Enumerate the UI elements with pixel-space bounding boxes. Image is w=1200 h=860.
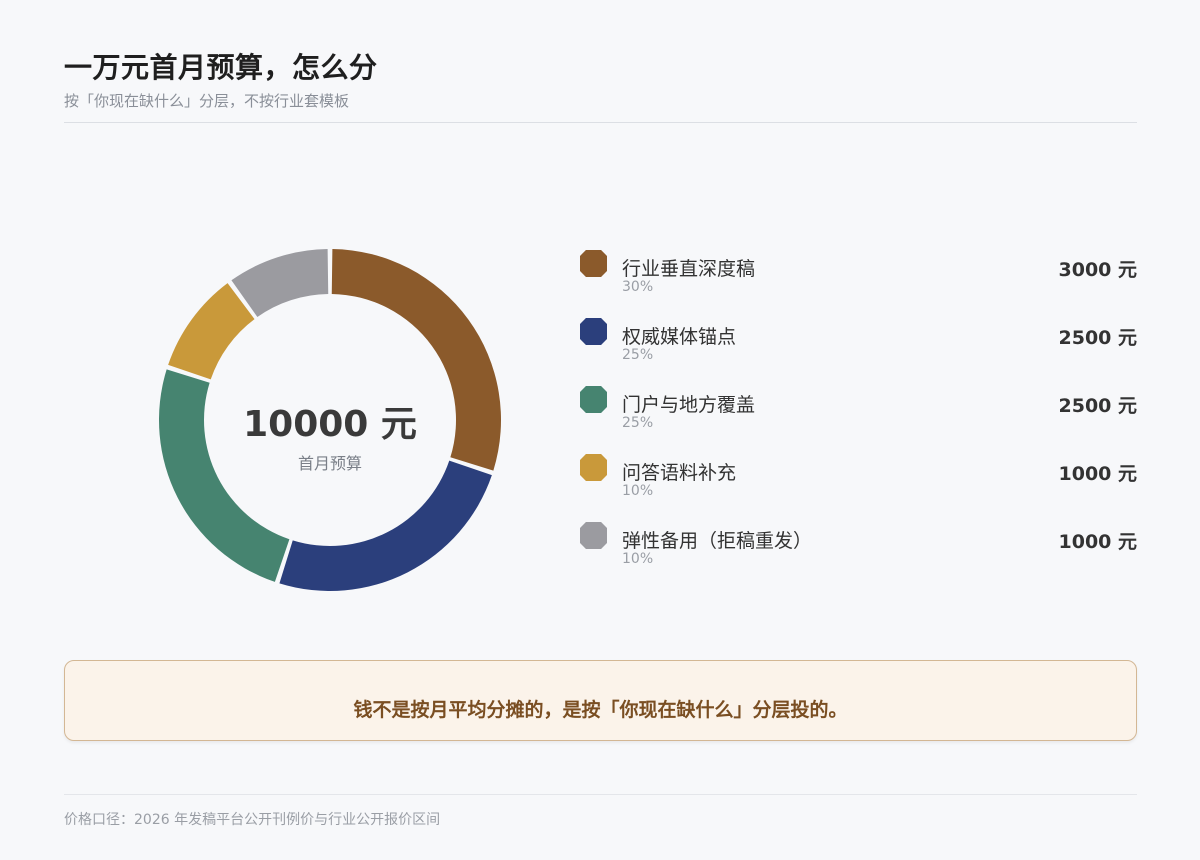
page-subtitle: 按「你现在缺什么」分层，不按行业套模板 — [64, 92, 350, 110]
legend-percent: 25% — [622, 347, 654, 363]
legend-label: 门户与地方覆盖 — [622, 394, 756, 416]
legend-swatch — [580, 522, 607, 549]
page-title: 一万元首月预算，怎么分 — [64, 51, 378, 84]
legend-item: 权威媒体锚点 25% 2500 元 — [580, 318, 1137, 386]
legend-swatch — [580, 318, 607, 345]
callout-text: 钱不是按月平均分摊的，是按「你现在缺什么」分层投的。 — [353, 699, 848, 721]
chart-legend: 行业垂直深度稿 30% 3000 元 权威媒体锚点 25% 2500 元 门户与… — [580, 250, 1137, 590]
legend-amount: 1000 元 — [1058, 463, 1138, 485]
legend-label: 弹性备用（拒稿重发） — [622, 530, 813, 552]
legend-percent: 25% — [622, 415, 654, 431]
legend-percent: 30% — [622, 279, 654, 295]
legend-swatch — [580, 386, 607, 413]
legend-amount: 3000 元 — [1058, 259, 1138, 281]
legend-item: 门户与地方覆盖 25% 2500 元 — [580, 386, 1137, 454]
footer-divider — [64, 794, 1137, 795]
footer-note: 价格口径：2026 年发稿平台公开刊例价与行业公开报价区间 — [64, 812, 441, 828]
legend-item: 弹性备用（拒稿重发） 10% 1000 元 — [580, 522, 1137, 590]
legend-label: 问答语料补充 — [622, 462, 737, 484]
callout-box: 钱不是按月平均分摊的，是按「你现在缺什么」分层投的。 — [64, 660, 1137, 741]
legend-swatch — [580, 250, 607, 277]
legend-amount: 2500 元 — [1058, 395, 1138, 417]
legend-amount: 2500 元 — [1058, 327, 1138, 349]
legend-item: 行业垂直深度稿 30% 3000 元 — [580, 250, 1137, 318]
legend-amount: 1000 元 — [1058, 531, 1138, 553]
legend-percent: 10% — [622, 551, 654, 567]
legend-label: 行业垂直深度稿 — [622, 258, 756, 280]
legend-percent: 10% — [622, 483, 654, 499]
donut-center-total: 10000 元 — [243, 404, 417, 445]
legend-swatch — [580, 454, 607, 481]
header-divider — [64, 122, 1137, 123]
donut-slice-2 — [279, 460, 492, 591]
legend-label: 权威媒体锚点 — [622, 326, 737, 348]
donut-center-label: 首月预算 — [297, 454, 362, 473]
legend-item: 问答语料补充 10% 1000 元 — [580, 454, 1137, 522]
donut-slice-4 — [168, 283, 255, 380]
donut-slice-5 — [231, 249, 329, 318]
